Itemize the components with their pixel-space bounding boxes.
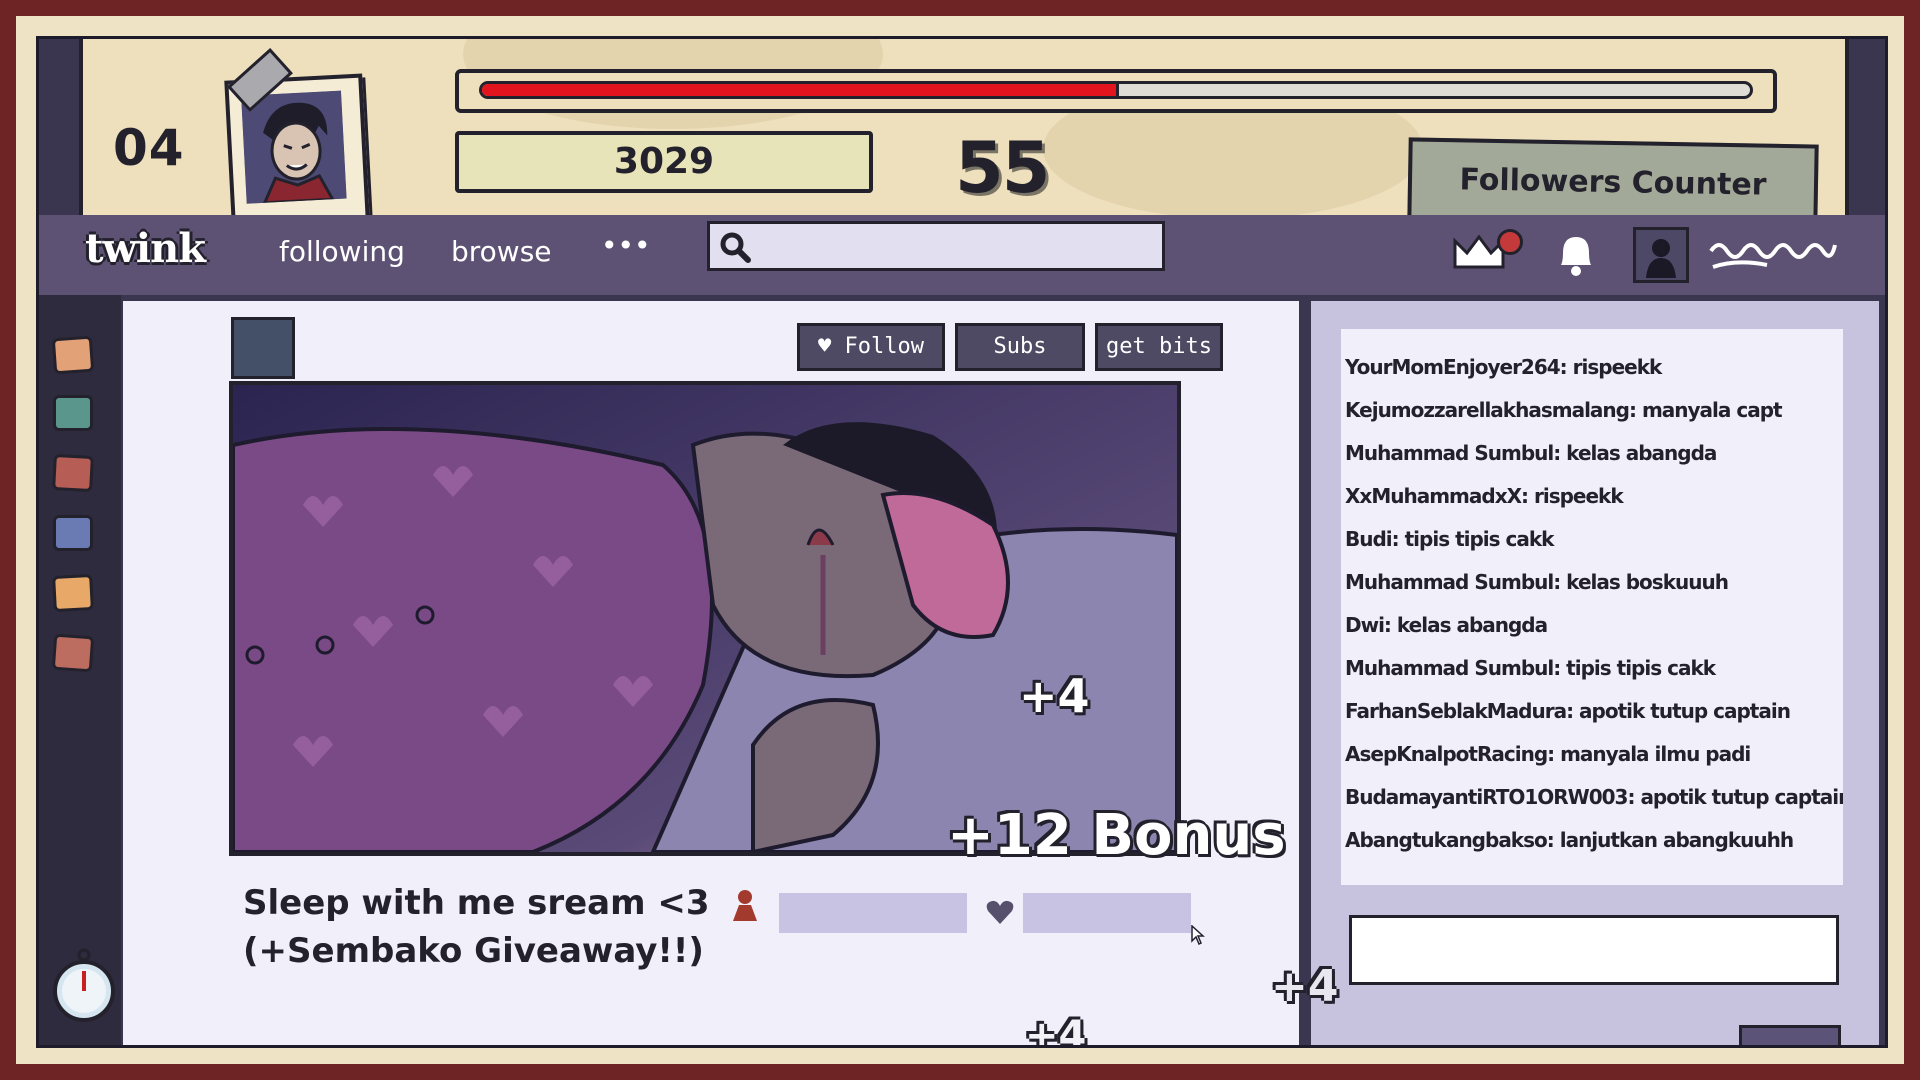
top-hud: 04 3029 55 Followers Counter xyxy=(79,39,1849,227)
countdown-timer: 55 xyxy=(955,127,1050,209)
sidebar-channel-chip[interactable] xyxy=(51,335,95,375)
chat-message: Muhammad Sumbul: kelas boskuuuh xyxy=(1345,570,1729,594)
sidebar-channel-chip[interactable] xyxy=(52,573,94,613)
chat-send-button[interactable] xyxy=(1739,1025,1841,1045)
game-screen: 04 3029 55 Followers Counter twink follo… xyxy=(36,36,1888,1048)
sidebar-channel-chip[interactable] xyxy=(51,633,95,673)
chat-panel: YourMomEnjoyer264: rispeekk Kejumozzarel… xyxy=(1311,301,1879,1045)
search-input[interactable] xyxy=(707,221,1165,271)
mouse-cursor-icon xyxy=(1191,925,1205,945)
sidebar-channel-chip[interactable] xyxy=(53,515,93,551)
chat-message: Muhammad Sumbul: kelas abangda xyxy=(1345,441,1717,465)
channel-avatar[interactable] xyxy=(231,317,295,379)
nav-following[interactable]: following xyxy=(279,235,405,268)
notification-dot xyxy=(1497,229,1523,255)
viewer-icon xyxy=(733,890,757,921)
bonus-popup: +12 Bonus xyxy=(947,803,1286,868)
bell-icon[interactable] xyxy=(1553,231,1599,277)
sidebar-channel-chip[interactable] xyxy=(52,453,94,493)
stream-scene xyxy=(233,385,1177,852)
viewer-count-bar xyxy=(779,893,967,933)
stream-title: Sleep with me sream <3 (+Sembako Giveawa… xyxy=(243,879,710,975)
chat-message: XxMuhammadxX: rispeekk xyxy=(1345,484,1624,508)
chat-message: Budi: tipis tipis cakk xyxy=(1345,527,1554,551)
user-profile-button[interactable] xyxy=(1633,227,1689,283)
followers-counter-sign: Followers Counter xyxy=(1407,137,1819,223)
follow-button[interactable]: ♥ Follow xyxy=(797,323,945,371)
score-display: 3029 xyxy=(455,131,873,193)
nav-more[interactable]: ••• xyxy=(601,229,651,262)
health-fill xyxy=(482,84,1119,96)
health-bar xyxy=(455,69,1777,113)
site-navbar: twink following browse ••• xyxy=(39,215,1885,295)
chat-message: Dwi: kelas abangda xyxy=(1345,613,1548,637)
chat-message: YourMomEnjoyer264: rispeekk xyxy=(1345,355,1662,379)
stream-title-line1: Sleep with me sream <3 xyxy=(243,883,710,923)
streamer-face-icon xyxy=(241,90,347,204)
chat-message: FarhanSeblakMadura: apotik tutup captain xyxy=(1345,699,1791,723)
stream-video[interactable] xyxy=(229,381,1181,856)
follow-label: Follow xyxy=(844,334,924,359)
site-logo[interactable]: twink xyxy=(85,225,206,272)
sidebar-channel-chip[interactable] xyxy=(53,395,93,431)
search-icon xyxy=(720,232,751,263)
menu-squiggle-icon[interactable] xyxy=(1707,235,1837,275)
score-popup: +4 xyxy=(1025,1013,1087,1048)
user-icon xyxy=(1646,239,1676,278)
chat-message: Abangtukangbakso: lanjutkan abangkuuhh xyxy=(1345,828,1794,852)
health-track xyxy=(479,81,1753,99)
heart-icon: ♥ xyxy=(818,334,832,359)
level-number: 04 xyxy=(113,119,185,177)
score-popup: +4 xyxy=(1019,669,1090,723)
stream-title-line2: (+Sembako Giveaway!!) xyxy=(243,931,704,971)
chat-log: YourMomEnjoyer264: rispeekk Kejumozzarel… xyxy=(1341,329,1843,885)
chat-message: Kejumozzarellakhasmalang: manyala capt xyxy=(1345,398,1783,422)
chat-message: AsepKnalpotRacing: manyala ilmu padi xyxy=(1345,742,1751,766)
chat-message: Muhammad Sumbul: tipis tipis cakk xyxy=(1345,656,1716,680)
left-sidebar xyxy=(39,295,121,1045)
stopwatch-icon xyxy=(53,948,115,1022)
get-bits-button[interactable]: get bits xyxy=(1095,323,1223,371)
like-count-bar xyxy=(1023,893,1191,933)
channel-page: ♥ Follow Subs get bits Sleep with me sre… xyxy=(123,301,1299,1045)
chat-input[interactable] xyxy=(1349,915,1839,985)
score-popup: +4 xyxy=(1271,961,1339,1012)
heart-icon xyxy=(986,900,1014,924)
nav-browse[interactable]: browse xyxy=(451,235,552,268)
chat-message: BudamayantiRTO1ORW003: apotik tutup capt… xyxy=(1345,785,1843,809)
subs-button[interactable]: Subs xyxy=(955,323,1085,371)
